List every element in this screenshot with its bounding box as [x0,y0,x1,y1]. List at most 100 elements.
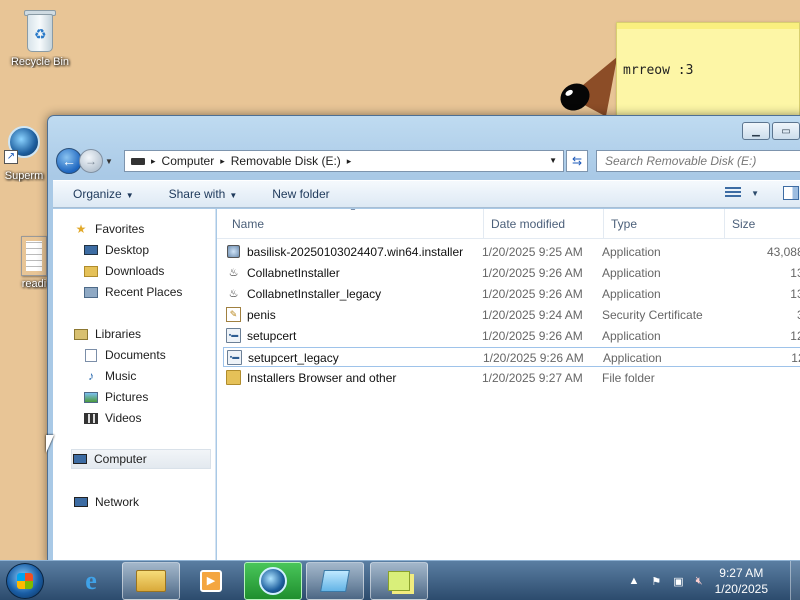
nav-network[interactable]: Network [73,492,231,512]
file-list: ▲ Name Date modified Type Size basilisk-… [217,209,800,561]
file-date: 1/20/2025 9:26 AM [482,329,583,343]
nav-computer[interactable]: Computer [71,449,211,469]
desktop-icon-recycle-bin[interactable]: ♻ Recycle Bin [2,6,78,68]
column-header-date[interactable]: Date modified [483,209,565,239]
network-icon [73,495,89,509]
file-name: setupcert [247,329,297,343]
taskbar-file-explorer[interactable] [122,562,180,600]
mouse-cursor-icon [46,435,54,453]
preview-pane-icon[interactable] [783,186,799,200]
maximize-icon: ▭ [781,125,791,137]
nav-label: Computer [94,452,147,466]
clock[interactable]: 9:27 AM 1/20/2025 [715,565,768,597]
pictures-icon [83,390,99,404]
sticky-notes-icon [388,571,410,591]
refresh-button[interactable]: ⇆ [566,150,588,172]
column-header-size[interactable]: Size [724,209,800,239]
file-row[interactable]: ♨ CollabnetInstaller_legacy 1/20/2025 9:… [223,284,800,304]
file-date: 1/20/2025 9:26 AM [483,351,584,365]
forward-button[interactable]: → [79,149,103,173]
sticky-note-text[interactable]: mrreow :3 [617,29,799,78]
taskbar-internet-explorer[interactable]: e [62,562,120,600]
address-dropdown-icon[interactable]: ▼ [549,156,557,165]
chevron-right-icon[interactable]: ▸ [220,156,225,167]
file-size: 13 KB [790,266,800,280]
taskbar-browser[interactable] [244,562,302,600]
file-date: 1/20/2025 9:24 AM [482,308,583,322]
search-input[interactable]: Search Removable Disk (E:) [596,150,800,172]
file-row[interactable]: basilisk-20250103024407.win64.installer … [223,242,800,262]
file-date: 1/20/2025 9:25 AM [482,245,583,259]
desktop-icon [83,243,99,257]
breadcrumb-computer[interactable]: Computer [162,154,215,168]
certificate-icon: ✎ [226,307,241,322]
action-center-flag-icon[interactable]: ⚑ [651,575,661,588]
minimize-button[interactable]: ▁ [742,122,770,140]
show-desktop-button[interactable] [790,561,800,600]
application-icon: ▪▬ [226,328,241,343]
file-size: 13 KB [790,287,800,301]
organize-label: Organize [73,187,122,201]
file-type: Application [602,287,661,301]
chevron-right-icon[interactable]: ▸ [151,156,156,167]
share-with-button[interactable]: Share with ▼ [149,187,253,201]
file-row[interactable]: ✎ penis 1/20/2025 9:24 AM Security Certi… [223,305,800,325]
nav-label: Libraries [95,327,142,341]
column-header-type[interactable]: Type [603,209,637,239]
file-explorer-icon [136,570,166,592]
nav-favorites[interactable]: ★ Favorites [73,219,231,239]
recent-places-icon [83,285,99,299]
nav-label: Pictures [105,390,149,404]
maximize-button[interactable]: ▭ [772,122,800,140]
windows-logo-icon [17,573,33,589]
navigation-pane: ★ Favorites Desktop Downloads Recent Plac… [53,209,216,561]
file-name: setupcert_legacy [248,351,339,365]
new-folder-button[interactable]: New folder [252,187,344,201]
clock-time: 9:27 AM [719,566,764,580]
nav-label: Documents [105,348,166,362]
share-with-label: Share with [168,187,226,201]
documents-icon [83,348,99,362]
view-options-icon[interactable] [725,187,742,199]
file-size: 12 KB [791,351,800,365]
recent-pages-dropdown[interactable]: ▼ [105,157,113,166]
back-arrow-icon: ← [62,153,76,169]
chevron-down-icon: ▼ [125,191,134,200]
file-date: 1/20/2025 9:26 AM [482,287,583,301]
file-row[interactable]: Installers Browser and other 1/20/2025 9… [223,368,800,388]
taskbar-notepad[interactable] [306,562,364,600]
file-size: 12 KB [790,329,800,343]
view-dropdown-icon[interactable]: ▼ [751,189,759,198]
chevron-down-icon: ▼ [229,191,238,200]
nav-label: Music [105,369,137,383]
file-date: 1/20/2025 9:26 AM [482,266,583,280]
window-controls: ▁ ▭ [742,122,800,140]
nav-libraries[interactable]: Libraries [73,324,231,344]
network-tray-icon[interactable]: ▣ [673,575,683,588]
file-row[interactable]: ▪▬ setupcert 1/20/2025 9:26 AM Applicati… [223,326,800,346]
file-name: Installers Browser and other [247,371,397,385]
column-header-name[interactable]: Name [225,209,264,239]
taskbar: e ▶ ▲ ⚑ ▣ 🔇︎ 9:27 AM 1/20/2025 [0,560,800,600]
file-type: Security Certificate [602,308,703,322]
file-row[interactable]: ♨ CollabnetInstaller 1/20/2025 9:26 AM A… [223,263,800,283]
explorer-window: ▁ ▭ ← → ▼ ▸ Computer ▸ Removable Disk (E… [47,115,800,565]
file-row-selected[interactable]: ▪▬ setupcert_legacy 1/20/2025 9:26 AM Ap… [223,347,800,367]
forward-arrow-icon: → [85,154,97,168]
view-controls: ▼ [725,186,800,200]
java-icon: ♨ [228,267,239,279]
taskbar-media-player[interactable]: ▶ [182,562,240,600]
file-type: Application [602,266,661,280]
organize-button[interactable]: Organize ▼ [53,187,149,201]
breadcrumb-removable-disk[interactable]: Removable Disk (E:) [231,154,341,168]
nav-buttons: ← → ▼ [56,148,113,174]
start-button[interactable] [6,563,44,599]
address-bar[interactable]: ▸ Computer ▸ Removable Disk (E:) ▸ ▼ [124,150,564,172]
computer-icon [72,452,88,466]
volume-muted-icon[interactable]: 🔇︎ [696,575,703,588]
taskbar-sticky-notes[interactable] [370,562,428,600]
java-icon: ♨ [228,288,239,300]
chevron-right-icon[interactable]: ▸ [347,156,352,167]
file-name: basilisk-20250103024407.win64.installer [247,245,464,259]
show-hidden-icons-icon[interactable]: ▲ [629,575,640,587]
